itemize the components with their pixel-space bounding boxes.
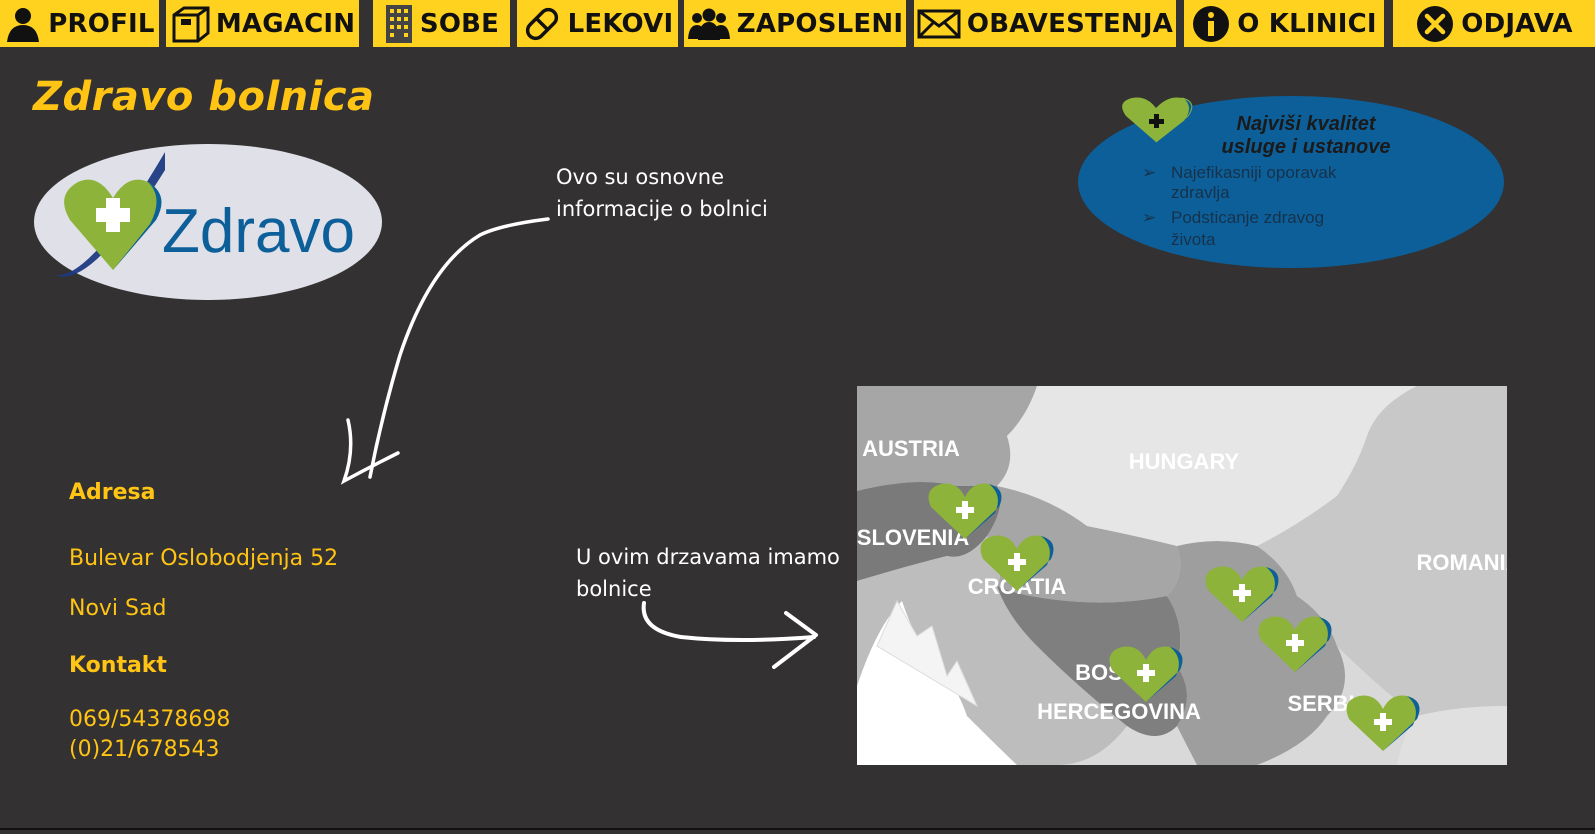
nav-magacin-button[interactable]: MAGACIN: [166, 0, 359, 47]
info-note-line2: informacije o bolnici: [556, 197, 768, 221]
person-icon: [7, 7, 40, 42]
pill-icon: [525, 7, 558, 40]
nav-lekovi-label: LEKOVI: [567, 8, 674, 39]
map-label-hungary: HUNGARY: [1129, 449, 1240, 474]
nav-obavestenja-button[interactable]: OBAVESTENJA: [914, 0, 1176, 47]
quality-item-1a: Najefikasniji oporavak: [1171, 163, 1337, 182]
envelope-icon: [917, 9, 961, 38]
bullet-arrow-icon: ➢: [1142, 163, 1156, 182]
nav-sobe-label: SOBE: [419, 8, 500, 39]
nav-zaposleni-button[interactable]: ZAPOSLENI: [684, 0, 906, 47]
quality-title-1: Najviši kvalitet: [1237, 113, 1377, 135]
info-icon: [1193, 5, 1230, 42]
countries-note-line1: U ovim drzavama imamo: [576, 545, 840, 569]
quality-item-1b: zdravlja: [1171, 183, 1230, 202]
page-title: Zdravo bolnica: [33, 74, 375, 120]
address-street: Bulevar Oslobodjenja 52: [69, 546, 339, 571]
top-navigation: PROFIL MAGACIN SOBE LEKOVI ZAPOSLENI OBA…: [0, 0, 1595, 48]
nav-zaposleni-label: ZAPOSLENI: [736, 8, 904, 39]
address-heading: Adresa: [69, 480, 156, 505]
map-label-romania: ROMANIA: [1416, 550, 1507, 575]
nav-obavestenja-label: OBAVESTENJA: [966, 8, 1174, 39]
curved-arrow-down-icon: [340, 217, 550, 485]
close-circle-icon: [1417, 5, 1454, 42]
nav-o-klinici-button[interactable]: O KLINICI: [1184, 0, 1384, 47]
building-icon: [385, 4, 412, 43]
bullet-arrow-icon: ➢: [1142, 208, 1156, 227]
quality-badge: Najviši kvalitet usluge i ustanove ➢ Naj…: [1078, 96, 1504, 268]
nav-lekovi-button[interactable]: LEKOVI: [517, 0, 678, 47]
info-note: Ovo su osnovne informacije o bolnici: [556, 161, 768, 225]
contact-phone-1: 069/54378698: [69, 707, 231, 732]
quality-item-2b: života: [1171, 230, 1216, 249]
map-label-bosnia-2: HERCEGOVINA: [1037, 699, 1201, 724]
address-city: Novi Sad: [69, 596, 167, 621]
nav-profil-button[interactable]: PROFIL: [0, 0, 159, 47]
group-icon: [687, 8, 730, 40]
nav-sobe-button[interactable]: SOBE: [373, 0, 510, 47]
quality-title-2: usluge i ustanove: [1222, 136, 1391, 158]
nav-odjava-button[interactable]: ODJAVA: [1393, 0, 1595, 47]
map-label-austria: AUSTRIA: [862, 436, 960, 461]
nav-o-klinici-label: O KLINICI: [1237, 8, 1377, 39]
map-label-slovenia: SLOVENIA: [857, 525, 969, 550]
region-map: AUSTRIA HUNGARY SLOVENIA CROATIA ROMANIA…: [857, 386, 1507, 765]
curved-arrow-right-icon: [641, 601, 818, 669]
box-icon: [172, 6, 210, 42]
nav-odjava-label: ODJAVA: [1461, 8, 1573, 39]
contact-phone-2: (0)21/678543: [69, 737, 220, 762]
contact-heading: Kontakt: [69, 653, 167, 678]
logo-text: Zdravo: [162, 197, 355, 266]
nav-profil-label: PROFIL: [48, 8, 155, 39]
nav-magacin-label: MAGACIN: [215, 8, 356, 39]
quality-item-2a: Podsticanje zdravog: [1171, 208, 1324, 227]
bottom-divider: [0, 828, 1595, 830]
info-note-line1: Ovo su osnovne: [556, 165, 725, 189]
